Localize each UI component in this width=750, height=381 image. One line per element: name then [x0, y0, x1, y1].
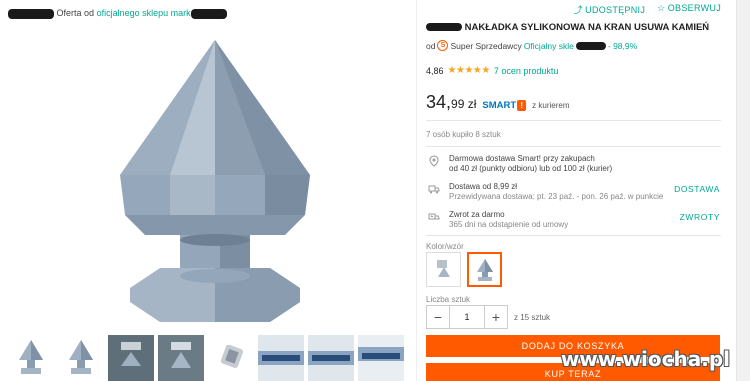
- product-page: Oferta od oficjalnego sklepu mark ⤴ UDOS…: [0, 0, 750, 381]
- thumbnail[interactable]: [258, 335, 304, 381]
- thumbnail[interactable]: [8, 335, 54, 381]
- courier-note: z kurierem: [532, 101, 570, 110]
- redaction-scribble: [8, 8, 54, 19]
- decrease-button[interactable]: −: [426, 305, 450, 329]
- faucet-thumb-icon: [171, 342, 191, 368]
- share-button[interactable]: ⤴ UDOSTĘPNIJ: [574, 3, 646, 16]
- rating-value: 4,86: [426, 65, 444, 76]
- faucet-thumb-icon: [220, 344, 243, 368]
- variant-option-selected[interactable]: [467, 252, 502, 287]
- ratings-count-link[interactable]: 7 ocen produktu: [494, 66, 559, 76]
- smart-badge: SMART!: [482, 100, 527, 111]
- faucet-variant-icon: [436, 259, 450, 277]
- seller-row: od S Super Sprzedawcy Oficjalny skle - 9…: [426, 40, 638, 51]
- variant-picker: [426, 252, 502, 287]
- rating-stars-icon: ★★★★★: [447, 65, 491, 76]
- purchase-panel: ⤴ UDOSTĘPNIJ ☆ OBSERWUJ NAKŁADKA SYLIKON…: [426, 0, 726, 381]
- share-icon: ⤴: [573, 5, 583, 15]
- product-thumb-icon: [19, 340, 43, 374]
- main-product-image[interactable]: [20, 30, 400, 330]
- seller-link[interactable]: Oficjalny skle: [524, 41, 574, 51]
- offer-prefix: Oferta od: [56, 8, 95, 18]
- delivery-link[interactable]: DOSTAWA: [674, 184, 720, 194]
- product-title: NAKŁADKA SYLIKONOWA NA KRAN USUWA KAMIEŃ: [426, 22, 709, 33]
- bought-count: 7 osób kupiło 8 sztuk: [426, 130, 501, 139]
- increase-button[interactable]: +: [484, 305, 508, 329]
- super-seller-badge-icon: S: [437, 40, 449, 51]
- offer-by-line: Oferta od oficjalnego sklepu mark: [8, 8, 227, 19]
- return-truck-icon: [428, 213, 440, 220]
- smart-bang-icon: !: [517, 100, 527, 111]
- thumbnail[interactable]: [108, 335, 154, 381]
- thumbnail[interactable]: [208, 335, 254, 381]
- quantity-stepper: − 1 + z 15 sztuk: [426, 305, 550, 329]
- watch-button[interactable]: ☆ OBSERWUJ: [657, 3, 721, 16]
- thumbnail[interactable]: [158, 335, 204, 381]
- returns-link[interactable]: ZWROTY: [680, 212, 720, 222]
- location-icon: [429, 155, 439, 167]
- product-variant-icon: [476, 258, 493, 281]
- page-scrollbar[interactable]: [736, 0, 750, 381]
- price-row: 34,99 zł SMART! z kurierem: [426, 92, 570, 113]
- price: 34,99 zł: [426, 92, 477, 112]
- redaction-scribble: [426, 23, 462, 32]
- quantity-input[interactable]: 1: [450, 305, 484, 329]
- official-shop-link[interactable]: oficjalnego sklepu mark: [97, 8, 191, 18]
- thumbnail-strip: [8, 335, 404, 381]
- variant-label: Kolor/wzór: [426, 242, 464, 251]
- gallery: Oferta od oficjalnego sklepu mark: [0, 0, 415, 381]
- seller-rating: - 98,9%: [607, 40, 638, 51]
- truck-icon: [428, 185, 440, 194]
- thumbnail[interactable]: [308, 335, 354, 381]
- column-divider: [416, 0, 417, 381]
- divider: [426, 146, 721, 147]
- variant-option[interactable]: [426, 252, 461, 287]
- rating-row: 4,86 ★★★★★ 7 ocen produktu: [426, 65, 558, 76]
- redaction-scribble: [190, 8, 227, 19]
- divider: [426, 120, 721, 121]
- faucet-thumb-icon: [121, 342, 141, 366]
- quantity-label: Liczba sztuk: [426, 295, 471, 304]
- redaction-scribble: [575, 41, 606, 50]
- star-outline-icon: ☆: [657, 3, 666, 13]
- site-watermark: www.wiocha.pl: [560, 347, 730, 371]
- thumbnail[interactable]: [58, 335, 104, 381]
- stock-note: z 15 sztuk: [514, 312, 551, 322]
- action-bar: ⤴ UDOSTĘPNIJ ☆ OBSERWUJ: [574, 3, 721, 16]
- thumbnail[interactable]: [358, 335, 404, 381]
- divider: [426, 235, 721, 236]
- product-thumb-icon: [69, 340, 93, 374]
